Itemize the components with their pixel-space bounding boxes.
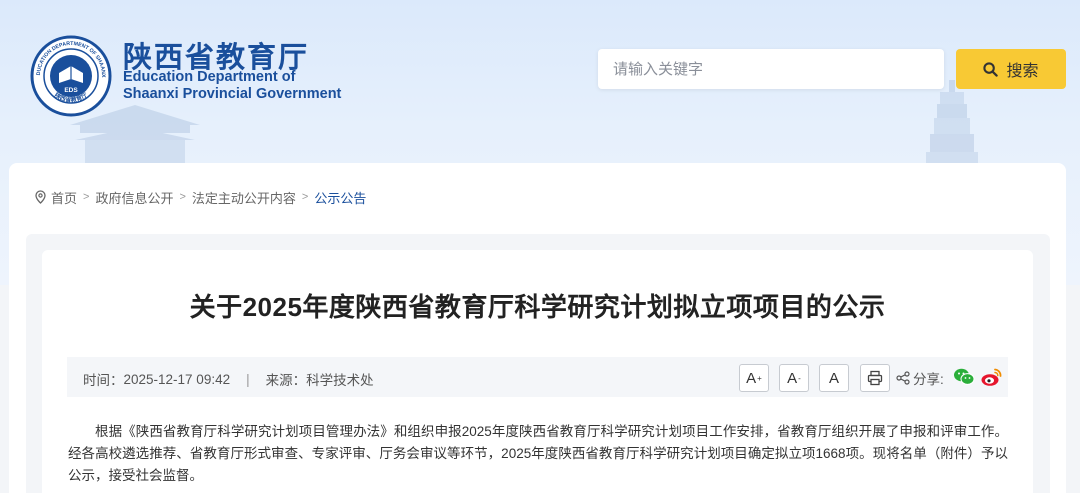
article-meta: 时间： 2025-12-17 09:42 | 来源： 科学技术处 xyxy=(83,369,374,389)
breadcrumb-separator: > xyxy=(83,191,90,203)
weibo-icon[interactable] xyxy=(980,367,1002,387)
print-button[interactable] xyxy=(860,364,890,392)
wechat-icon[interactable] xyxy=(953,367,975,387)
search-button-label: 搜索 xyxy=(1006,63,1039,80)
publish-time: 2025-12-17 09:42 xyxy=(123,371,231,387)
logo-center-text: EDS xyxy=(64,87,78,94)
font-small-label: A xyxy=(787,369,798,387)
share-icon xyxy=(896,371,910,385)
search-input[interactable] xyxy=(598,49,944,89)
font-default-label: A xyxy=(828,369,839,387)
font-size-increase-button[interactable]: A + xyxy=(739,364,769,392)
time-label: 时间： xyxy=(83,373,124,388)
site-title-english-line2: Shaanxi Provincial Government xyxy=(123,86,342,102)
article-title: 关于2025年度陕西省教育厅科学研究计划拟立项项目的公示 xyxy=(189,292,886,322)
breadcrumb-statutory-content[interactable]: 法定主动公开内容 xyxy=(192,188,296,207)
share-area: 分享: xyxy=(896,368,944,388)
share-label: 分享: xyxy=(913,372,944,387)
breadcrumb-separator: > xyxy=(301,191,309,203)
font-large-label: A xyxy=(746,369,757,387)
breadcrumb-separator: > xyxy=(179,191,186,203)
article-body-paragraph: 根据《陕西省教育厅科学研究计划项目管理办法》和组织申报2025年度陕西省教育厅科… xyxy=(68,424,1008,483)
pagoda-silhouette-decoration xyxy=(926,80,978,170)
search-icon xyxy=(983,61,999,77)
font-size-decrease-button[interactable]: A- xyxy=(779,364,809,392)
location-pin-icon xyxy=(35,190,46,204)
site-title-english-line1: Education Department of xyxy=(123,69,296,85)
breadcrumb-home[interactable]: 首页 xyxy=(51,188,77,207)
logo-emblem: EDS EDUCATION DEPARTMENT OF SHAANXI 陕西省教… xyxy=(30,35,112,117)
breadcrumb-gov-info[interactable]: 政府信息公开 xyxy=(95,188,173,207)
meta-divider: | xyxy=(246,371,250,387)
font-size-default-button[interactable]: A xyxy=(819,364,849,392)
printer-icon xyxy=(867,370,883,386)
search-button[interactable]: 搜索 xyxy=(956,49,1066,89)
source-label: 来源： xyxy=(265,373,307,388)
breadcrumb: 首页 > 政府信息公开 > 法定主动公开内容 > 公示公告 xyxy=(34,187,366,207)
breadcrumb-announcements[interactable]: 公示公告 xyxy=(314,188,366,207)
source-value: 科学技术处 xyxy=(306,373,374,388)
site-title-english: Education Department of Shaanxi Provinci… xyxy=(123,69,341,103)
